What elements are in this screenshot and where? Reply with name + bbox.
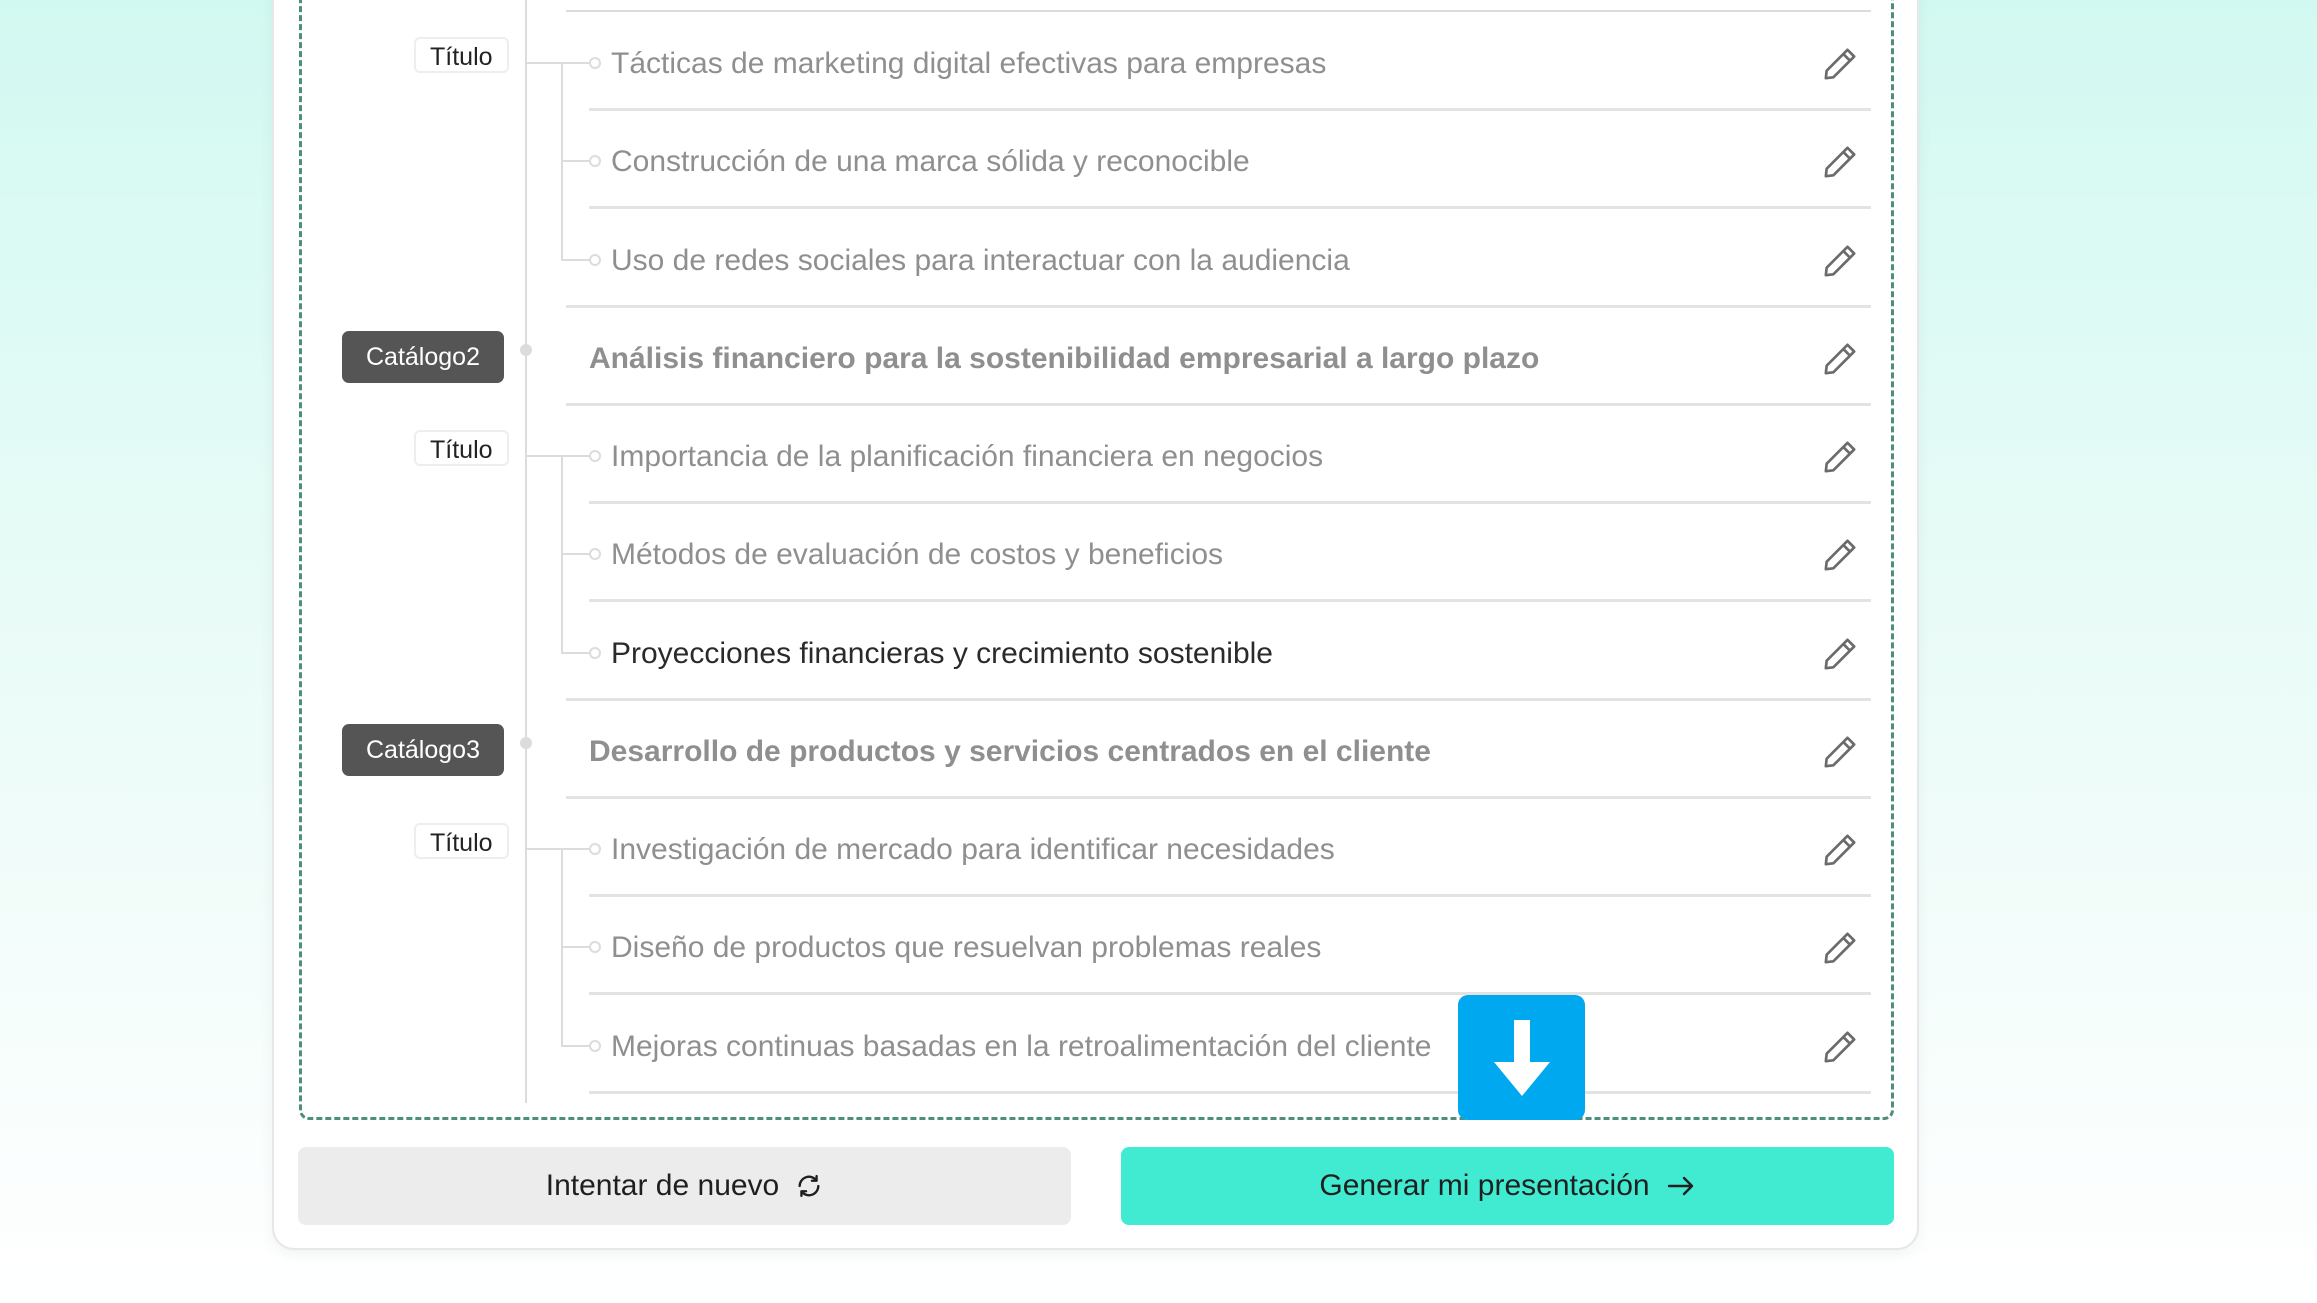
pencil-icon[interactable] [1820, 830, 1860, 870]
title-tag: Título [414, 37, 509, 73]
outline-item-text[interactable]: Diseño de productos que resuelvan proble… [611, 931, 1321, 965]
tree-node-dot [589, 941, 601, 953]
tree-connector [561, 62, 591, 64]
row-divider [566, 796, 1871, 799]
row-divider [566, 698, 1871, 701]
outline-item-text[interactable]: Importancia de la planificación financie… [611, 440, 1323, 474]
tree-connector [561, 455, 591, 457]
outline-item-text[interactable]: Mejoras continuas basadas en la retroali… [611, 1030, 1431, 1064]
retry-button-label: Intentar de nuevo [545, 1169, 780, 1202]
tree-connector [525, 62, 561, 64]
pencil-icon[interactable] [1820, 142, 1860, 182]
pencil-icon[interactable] [1820, 634, 1860, 674]
tree-connector [561, 1045, 591, 1047]
tree-connector [561, 259, 591, 261]
pencil-icon[interactable] [1820, 437, 1860, 477]
pencil-icon[interactable] [1820, 732, 1860, 772]
catalog-tag: Catálogo3 [342, 724, 504, 776]
row-divider [589, 894, 1871, 897]
catalog-node-dot [520, 344, 532, 356]
tree-connector [561, 553, 591, 555]
tree-connector [561, 652, 591, 654]
generate-button-label: Generar mi presentación [1319, 1169, 1650, 1202]
pencil-icon[interactable] [1820, 241, 1860, 281]
download-arrow-icon [1493, 1019, 1550, 1096]
title-tag: Título [414, 430, 509, 466]
pencil-icon[interactable] [1820, 1027, 1860, 1067]
row-divider [566, 10, 1871, 12]
row-divider [566, 403, 1871, 406]
outline-item-text[interactable]: Métodos de evaluación de costos y benefi… [611, 538, 1223, 572]
arrow-right-icon [1667, 1176, 1693, 1196]
tree-node-dot [589, 843, 601, 855]
tree-connector [561, 160, 591, 162]
catalog-node-dot [520, 737, 532, 749]
pencil-icon[interactable] [1820, 928, 1860, 968]
tree-node-dot [589, 548, 601, 560]
row-divider [589, 1091, 1871, 1094]
tree-node-dot [589, 155, 601, 167]
tree-connector [561, 848, 591, 850]
title-tag: Título [414, 823, 509, 859]
tree-trunk-line [525, 0, 527, 1103]
tree-connector [525, 848, 561, 850]
tree-node-dot [589, 254, 601, 266]
catalog-tag: Catálogo2 [342, 331, 504, 383]
tree-node-dot [589, 450, 601, 462]
pencil-icon[interactable] [1820, 339, 1860, 379]
outline-item-text[interactable]: Investigación de mercado para identifica… [611, 833, 1335, 867]
row-divider [589, 206, 1871, 209]
tree-node-dot [589, 1040, 601, 1052]
row-divider [589, 501, 1871, 504]
row-divider [589, 992, 1871, 995]
outline-item-text[interactable]: Proyecciones financieras y crecimiento s… [611, 637, 1273, 671]
row-divider [589, 108, 1871, 111]
tree-node-dot [589, 57, 601, 69]
generate-presentation-button[interactable]: Generar mi presentación [1121, 1147, 1894, 1225]
catalog-heading-text[interactable]: Análisis financiero para la sostenibilid… [589, 342, 1539, 376]
refresh-icon [798, 1174, 820, 1198]
tree-node-dot [589, 647, 601, 659]
tree-connector [561, 946, 591, 948]
tree-connector [525, 455, 561, 457]
pencil-icon[interactable] [1820, 535, 1860, 575]
catalog-heading-text[interactable]: Desarrollo de productos y servicios cent… [589, 735, 1431, 769]
outline-item-text[interactable]: Uso de redes sociales para interactuar c… [611, 244, 1350, 278]
outline-item-text[interactable]: Tácticas de marketing digital efectivas … [611, 47, 1326, 81]
outline-item-text[interactable]: Construcción de una marca sólida y recon… [611, 145, 1250, 179]
retry-button[interactable]: Intentar de nuevo [298, 1147, 1071, 1225]
pencil-icon[interactable] [1820, 44, 1860, 84]
download-button[interactable] [1458, 995, 1585, 1120]
row-divider [566, 305, 1871, 308]
row-divider [589, 599, 1871, 602]
